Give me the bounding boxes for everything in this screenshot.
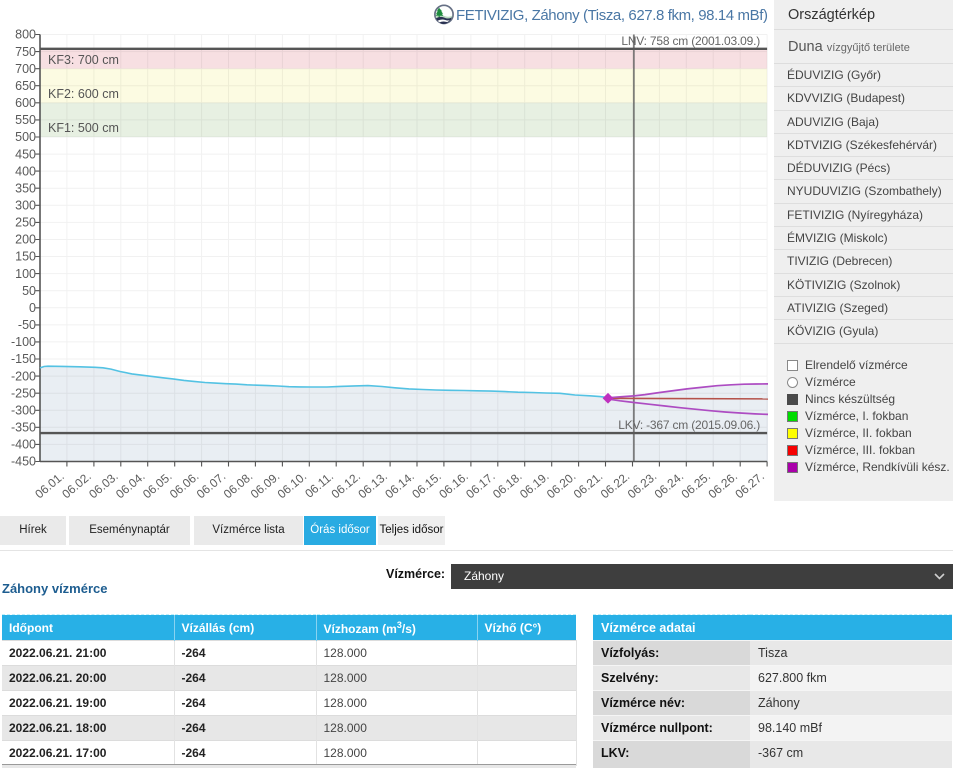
svg-text:06.22.: 06.22.	[598, 469, 633, 500]
svg-text:-150: -150	[11, 352, 36, 366]
svg-text:200: 200	[15, 233, 36, 247]
svg-text:LKV: -367 cm (2015.09.06.): LKV: -367 cm (2015.09.06.)	[618, 418, 760, 432]
svg-text:06.27.: 06.27.	[732, 469, 767, 500]
svg-text:06.17.: 06.17.	[463, 469, 498, 500]
svg-text:06.11.: 06.11.	[302, 469, 336, 500]
svg-text:-250: -250	[11, 386, 36, 400]
svg-text:450: 450	[15, 147, 36, 161]
svg-text:600: 600	[15, 96, 36, 110]
svg-text:800: 800	[15, 28, 36, 42]
svg-text:06.14.: 06.14.	[382, 469, 417, 500]
svg-text:06.20.: 06.20.	[544, 469, 579, 500]
svg-text:550: 550	[15, 113, 36, 127]
svg-text:50: 50	[22, 284, 36, 298]
svg-text:06.16.: 06.16.	[436, 469, 471, 500]
svg-text:06.03.: 06.03.	[86, 469, 121, 500]
svg-text:06.09.: 06.09.	[248, 469, 283, 500]
svg-text:LNV: 758 cm (2001.03.09.): LNV: 758 cm (2001.03.09.)	[621, 34, 760, 48]
svg-text:750: 750	[15, 45, 36, 59]
svg-text:06.24.: 06.24.	[652, 469, 687, 500]
svg-text:KF2: 600 cm: KF2: 600 cm	[48, 87, 119, 101]
svg-text:700: 700	[15, 62, 36, 76]
svg-text:-400: -400	[11, 438, 36, 452]
svg-text:06.26.: 06.26.	[706, 469, 741, 500]
svg-text:06.25.: 06.25.	[679, 469, 714, 500]
svg-text:100: 100	[15, 267, 36, 281]
svg-text:06.04.: 06.04.	[113, 469, 148, 500]
svg-text:-300: -300	[11, 404, 36, 418]
svg-text:06.18.: 06.18.	[490, 469, 525, 500]
svg-text:06.10.: 06.10.	[275, 469, 310, 500]
svg-text:06.23.: 06.23.	[625, 469, 660, 500]
svg-text:650: 650	[15, 79, 36, 93]
svg-text:06.21.: 06.21.	[571, 469, 606, 500]
svg-text:-200: -200	[11, 369, 36, 383]
svg-text:06.01.: 06.01.	[32, 469, 67, 500]
svg-text:06.19.: 06.19.	[517, 469, 552, 500]
svg-text:-450: -450	[11, 455, 36, 469]
svg-text:150: 150	[15, 250, 36, 264]
svg-text:06.13.: 06.13.	[355, 469, 390, 500]
svg-text:06.12.: 06.12.	[329, 469, 364, 500]
svg-text:-100: -100	[11, 335, 36, 349]
svg-text:KF1: 500 cm: KF1: 500 cm	[48, 121, 119, 135]
svg-text:500: 500	[15, 130, 36, 144]
svg-text:06.06.: 06.06.	[167, 469, 202, 500]
svg-text:06.15.: 06.15.	[409, 469, 444, 500]
svg-text:-50: -50	[18, 318, 36, 332]
svg-text:0: 0	[29, 301, 36, 315]
svg-text:350: 350	[15, 181, 36, 195]
svg-text:400: 400	[15, 164, 36, 178]
svg-text:06.08.: 06.08.	[221, 469, 256, 500]
svg-text:KF3: 700 cm: KF3: 700 cm	[48, 53, 119, 67]
svg-text:-350: -350	[11, 421, 36, 435]
svg-text:250: 250	[15, 216, 36, 230]
svg-text:06.02.: 06.02.	[59, 469, 94, 500]
svg-text:06.07.: 06.07.	[194, 469, 229, 500]
svg-text:300: 300	[15, 199, 36, 213]
svg-text:06.05.: 06.05.	[140, 469, 175, 500]
